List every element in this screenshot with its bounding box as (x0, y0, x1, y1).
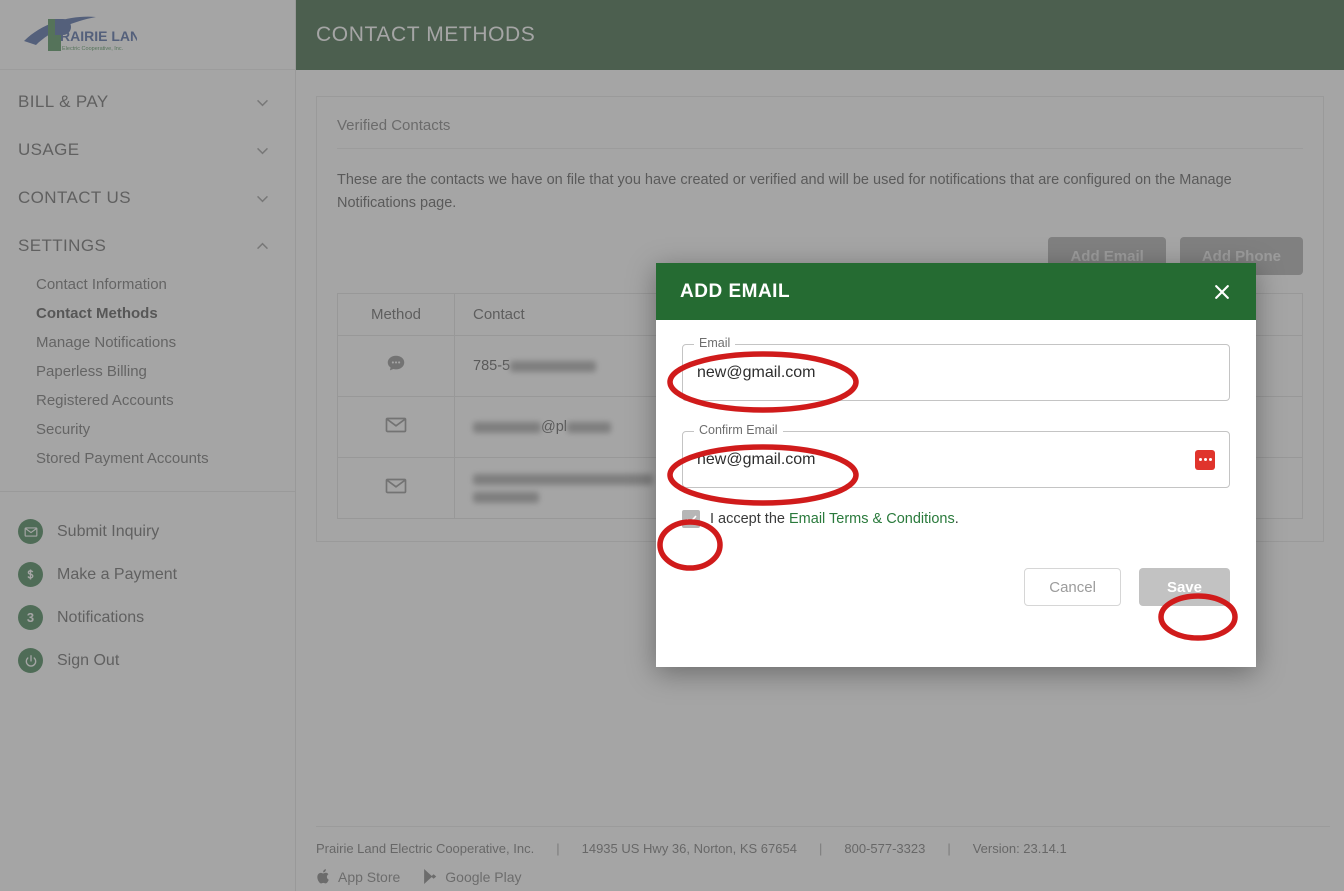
cancel-button[interactable]: Cancel (1024, 568, 1121, 606)
modal-body: Email Confirm Email I accept the Email T… (656, 320, 1256, 528)
close-icon[interactable] (1208, 278, 1236, 306)
email-field-box (682, 344, 1230, 401)
terms-consent-row: I accept the Email Terms & Conditions. (682, 510, 1230, 528)
modal-actions: Cancel Save (656, 528, 1256, 606)
password-manager-icon[interactable] (1195, 449, 1215, 470)
email-terms-link[interactable]: Email Terms & Conditions (789, 511, 955, 527)
accept-terms-checkbox[interactable] (682, 510, 700, 528)
email-field-group: Email (682, 336, 1230, 401)
consent-suffix: . (954, 511, 959, 527)
confirm-email-field-group: Confirm Email (682, 423, 1230, 488)
confirm-email-field-legend: Confirm Email (694, 423, 783, 437)
modal-title: ADD EMAIL (680, 280, 791, 302)
confirm-email-field-box (682, 431, 1230, 488)
email-field-legend: Email (694, 336, 736, 350)
modal-header: ADD EMAIL (656, 263, 1256, 320)
terms-consent-label: I accept the Email Terms & Conditions. (710, 511, 959, 527)
consent-prefix: I accept the (710, 511, 789, 527)
email-input[interactable] (697, 363, 1215, 382)
add-email-modal: ADD EMAIL Email Confirm Email (656, 263, 1256, 667)
app-root: RAIRIE LAND Electric Cooperative, Inc. B… (0, 0, 1344, 891)
confirm-email-input[interactable] (697, 450, 1195, 469)
save-button[interactable]: Save (1138, 568, 1230, 606)
